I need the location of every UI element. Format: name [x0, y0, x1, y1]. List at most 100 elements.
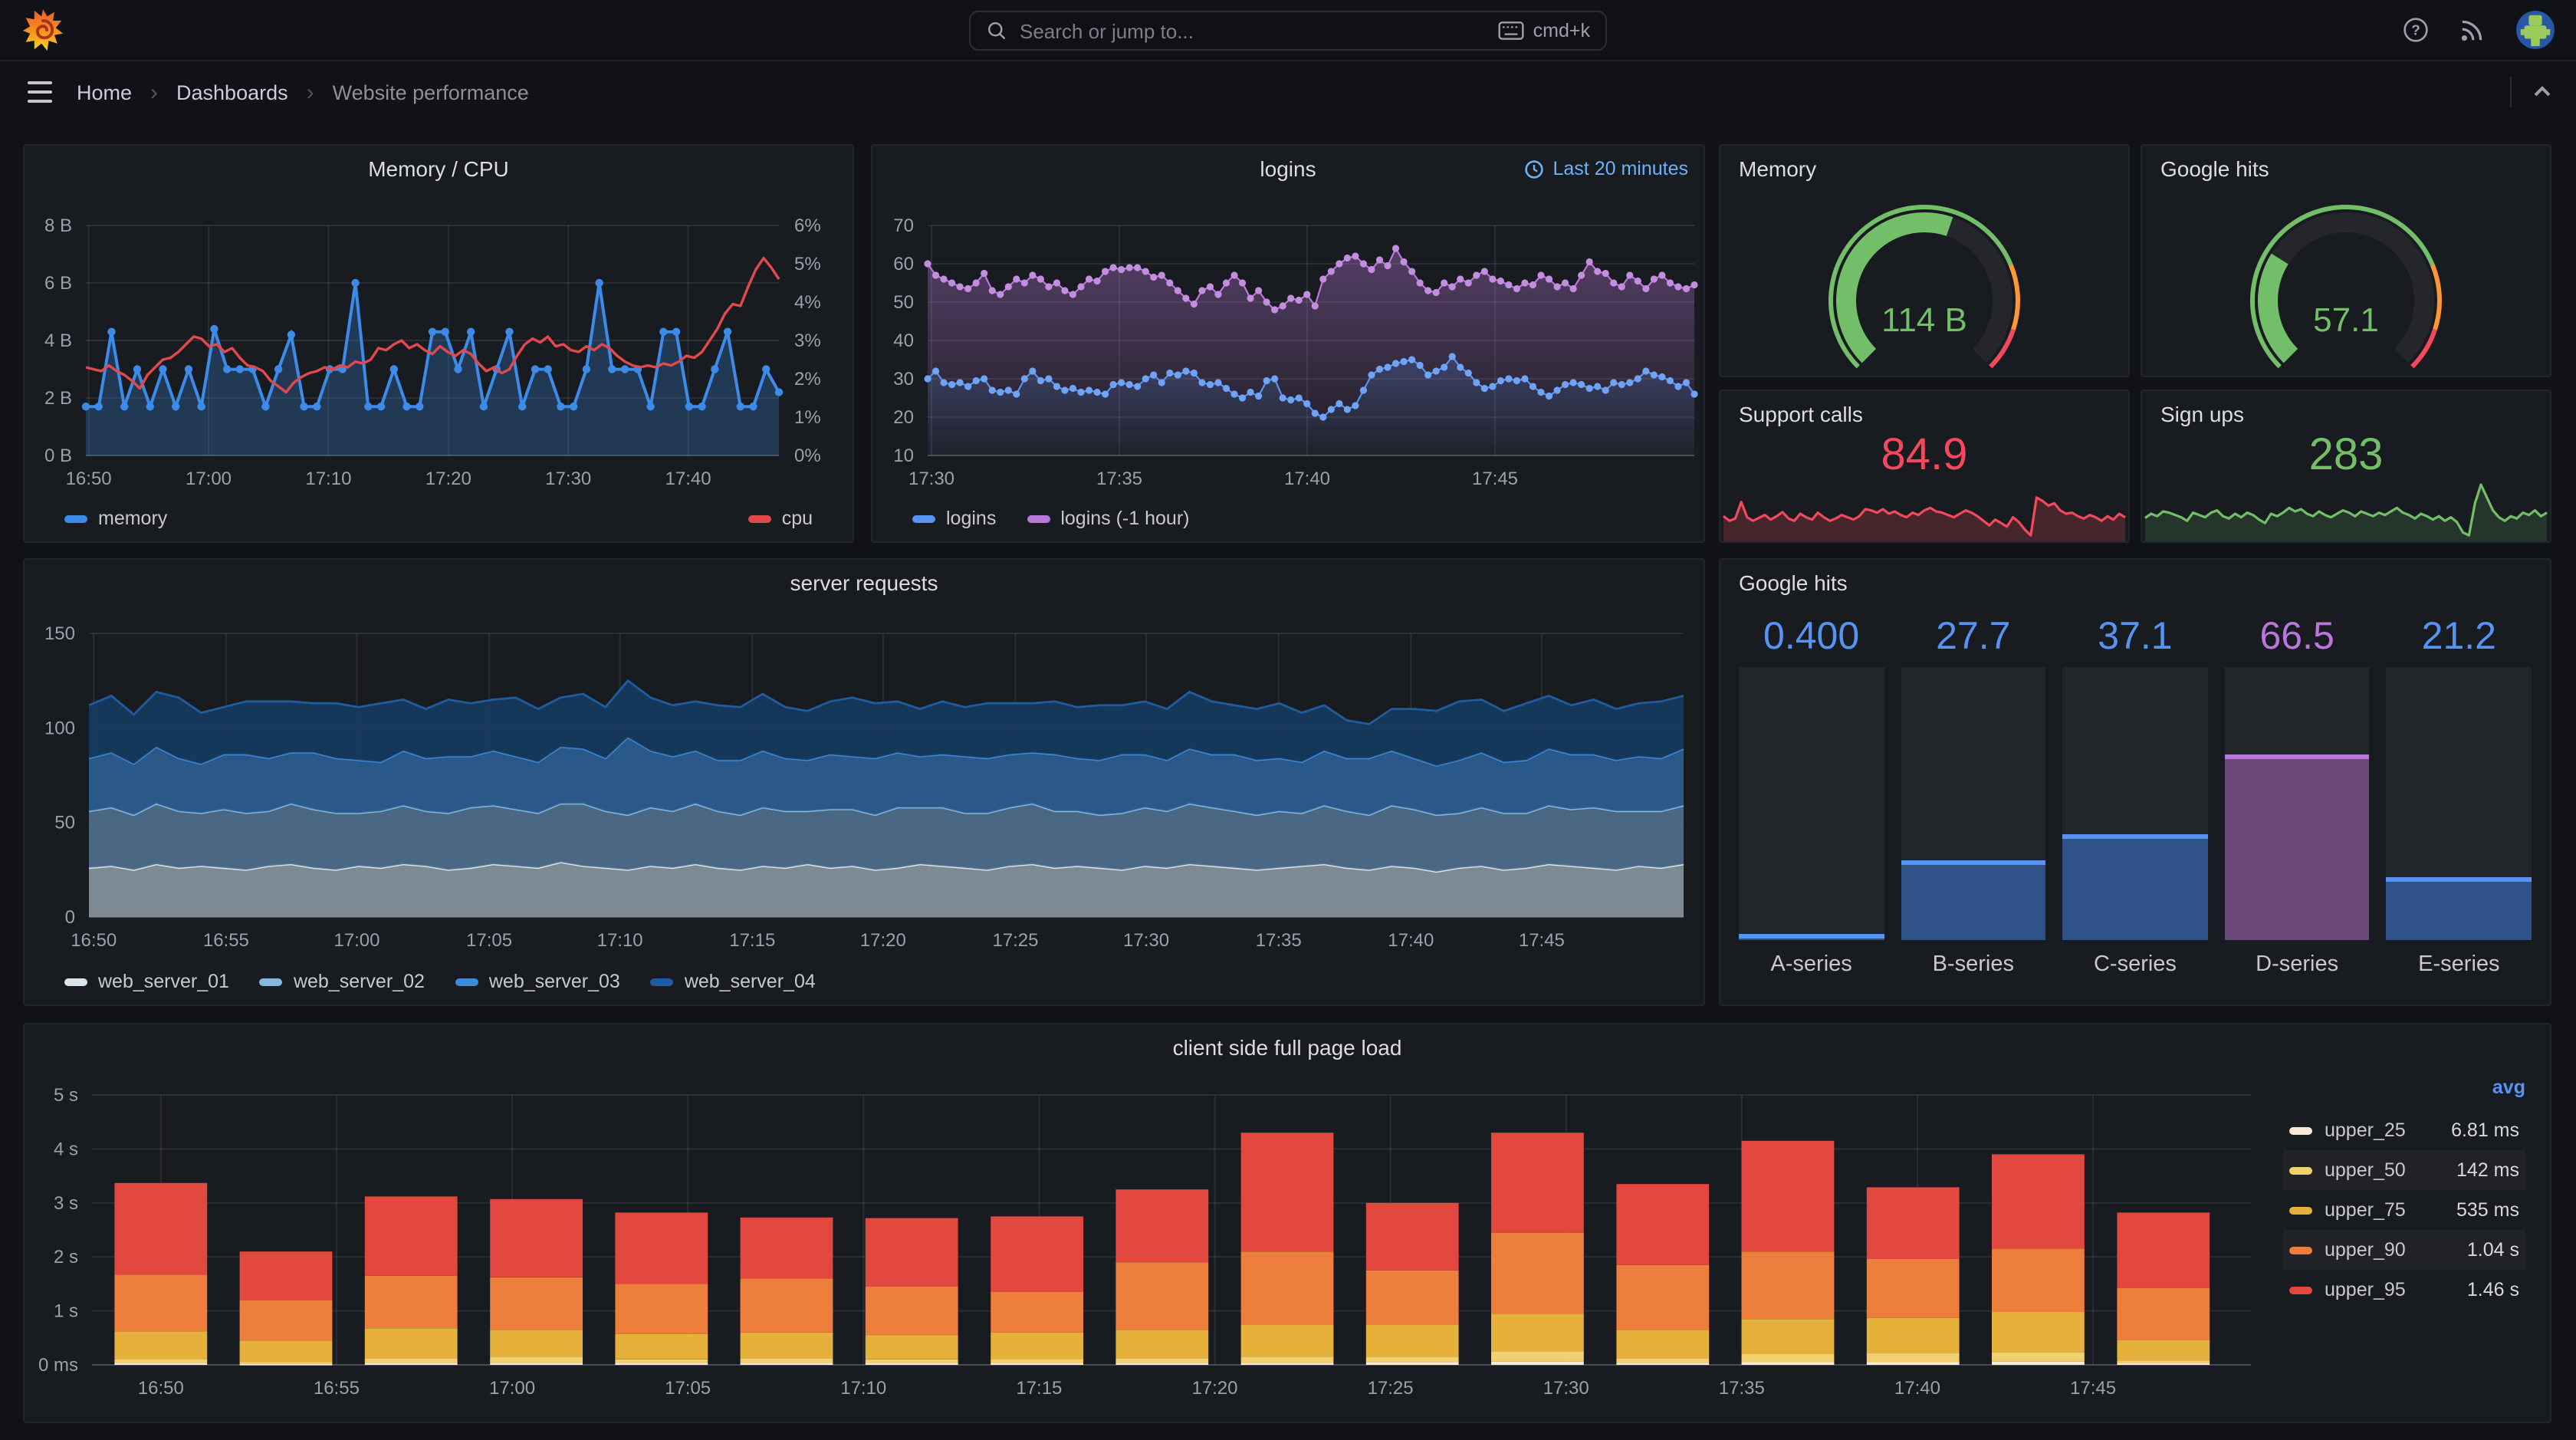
bar-gauge-track	[2062, 667, 2208, 940]
legend-item[interactable]: upper_50 142 ms	[2283, 1150, 2525, 1190]
axis-tick: 16:50	[66, 468, 112, 489]
bar-gauge-label: A-series	[1770, 952, 1852, 977]
legend-label: web_server_01	[98, 971, 229, 992]
axis-tick: 17:20	[860, 930, 906, 951]
legend-item[interactable]: upper_25 6.81 ms	[2283, 1110, 2525, 1150]
legend-swatch	[64, 978, 87, 985]
axis-tick: 17:30	[1543, 1378, 1589, 1399]
panel-title[interactable]: Google hits	[2142, 156, 2550, 181]
panel-title[interactable]: Google hits	[1720, 570, 2550, 595]
bar-gauge-label: C-series	[2093, 952, 2177, 977]
bar-gauge-track	[1901, 667, 2046, 940]
server-requests-chart[interactable]: 150 100 50 016:50 16:55 17:00 17:05 17:10 17:15 1…	[25, 560, 1704, 962]
legend-swatch	[2289, 1206, 2312, 1214]
bar-gauge-column: 66.5 D-series	[2224, 615, 2370, 992]
grafana-logo[interactable]	[21, 7, 64, 53]
axis-tick: 150	[44, 623, 75, 644]
bar-gauge-label: B-series	[1932, 952, 2014, 977]
page-load-chart[interactable]: 5 s 4 s 3 s 2 s 1 s 0 ms 16:50 16:55 17:00 17:05 1…	[25, 1024, 2550, 1422]
axis-tick: 16:50	[71, 930, 117, 951]
bar-gauge-track	[2386, 667, 2532, 940]
legend-label: cpu	[781, 508, 813, 529]
search-input[interactable]: Search or jump to... cmd+k	[969, 11, 1607, 51]
axis-tick: 17:35	[1096, 468, 1142, 489]
axis-tick: 17:10	[305, 468, 351, 489]
legend-swatch	[2289, 1246, 2312, 1254]
legend-item[interactable]: cpu	[748, 508, 813, 529]
bar-gauge-value: 21.2	[2421, 615, 2496, 658]
axis-tick: 17:15	[1016, 1378, 1062, 1399]
axis-tick: 100	[44, 718, 75, 738]
breadcrumb-dashboards[interactable]: Dashboards	[176, 81, 288, 104]
legend-swatch	[259, 978, 283, 985]
legend-swatch	[748, 515, 771, 522]
panel-title[interactable]: Support calls	[1720, 402, 2128, 426]
legend-swatch	[650, 978, 674, 985]
help-icon[interactable]: ?	[2403, 17, 2429, 43]
axis-tick: 6%	[794, 215, 821, 236]
bar-gauge-value: 37.1	[2098, 615, 2173, 658]
clock-icon	[1524, 159, 1544, 179]
page-load-legend: avg upper_25 6.81 ms upper_50 142 ms upper_7…	[2283, 1077, 2525, 1310]
bar-gauge-track	[2224, 667, 2370, 940]
panel-title[interactable]: server requests	[25, 570, 1704, 595]
axis-tick: 17:20	[426, 468, 472, 489]
axis-tick: 17:05	[665, 1378, 711, 1399]
news-rss-icon[interactable]	[2459, 17, 2486, 43]
logins-legend: logins logins (-1 hour)	[912, 508, 1190, 529]
axis-tick: 17:30	[545, 468, 591, 489]
axis-tick: 5 s	[54, 1085, 78, 1106]
legend-label: logins	[946, 508, 997, 529]
legend-item[interactable]: web_server_02	[259, 971, 425, 992]
axis-tick: 5%	[794, 254, 821, 275]
axis-tick: 17:30	[1123, 930, 1169, 951]
legend-value: 1.04 s	[2466, 1239, 2519, 1261]
legend-item[interactable]: upper_90 1.04 s	[2283, 1230, 2525, 1270]
memory-cpu-chart[interactable]: 8 B 6 B 4 B 2 B 0 B 6% 5% 4% 3% 2% 1% 0% 16:50 17:00 1…	[25, 146, 853, 501]
legend-item[interactable]: upper_75 535 ms	[2283, 1190, 2525, 1230]
bar-gauge-fill	[2386, 877, 2532, 940]
panel-title[interactable]: client side full page load	[25, 1035, 2550, 1060]
time-range-control[interactable]: Last 20 minutes	[1524, 158, 1688, 179]
panel-title[interactable]: Memory	[1720, 156, 2128, 181]
legend-item[interactable]: web_server_03	[455, 971, 620, 992]
legend-label: web_server_03	[488, 971, 620, 992]
axis-tick: 6 B	[44, 273, 72, 294]
legend-item[interactable]: logins (-1 hour)	[1027, 508, 1190, 529]
axis-tick: 20	[893, 407, 914, 428]
legend-item[interactable]: upper_95 1.46 s	[2283, 1270, 2525, 1310]
legend-item[interactable]: web_server_01	[64, 971, 229, 992]
legend-item[interactable]: logins	[912, 508, 996, 529]
grafana-dashboard: Search or jump to... cmd+k ? Home › Dash…	[0, 0, 2576, 1440]
chevron-up-icon[interactable]	[2530, 80, 2555, 104]
legend-item[interactable]: web_server_04	[650, 971, 816, 992]
gauge-value: 114 B	[1881, 301, 1967, 339]
top-nav: Search or jump to... cmd+k ?	[0, 0, 2576, 61]
axis-tick: 60	[893, 254, 914, 275]
bar-gauge-column: 37.1 C-series	[2062, 615, 2208, 992]
server-requests-legend: web_server_01 web_server_02 web_server_03 w…	[64, 971, 816, 992]
axis-tick: 17:00	[186, 468, 232, 489]
axis-tick: 0%	[794, 445, 821, 466]
panel-server-requests: server requests 150 100 50 0 16:50 16:55 17:00…	[23, 558, 1705, 1006]
axis-tick: 17:45	[1519, 930, 1565, 951]
panel-title[interactable]: Memory / CPU	[25, 156, 853, 181]
axis-tick: 17:00	[334, 930, 380, 951]
legend-item[interactable]: memory	[64, 508, 167, 529]
axis-tick: 17:15	[729, 930, 775, 951]
bar-gauge-column: 27.7 B-series	[1901, 615, 2046, 992]
logins-chart[interactable]: 70 60 50 40 30 20 1017:30 17:35 17:40 17:45	[872, 146, 1704, 501]
axis-tick: 17:45	[2070, 1378, 2116, 1399]
axis-tick: 2 s	[54, 1247, 78, 1267]
chevron-right-icon: ›	[306, 79, 314, 105]
breadcrumb-home[interactable]: Home	[77, 81, 132, 104]
axis-tick: 3 s	[54, 1193, 78, 1214]
bar-gauge-label: D-series	[2256, 952, 2339, 977]
legend-label: memory	[98, 508, 168, 529]
axis-tick: 4 B	[44, 330, 72, 351]
axis-tick: 17:35	[1256, 930, 1302, 951]
axis-tick: 17:45	[1472, 468, 1518, 489]
user-avatar[interactable]	[2516, 11, 2555, 49]
menu-toggle-icon[interactable]	[21, 75, 58, 108]
panel-title[interactable]: Sign ups	[2142, 402, 2550, 426]
